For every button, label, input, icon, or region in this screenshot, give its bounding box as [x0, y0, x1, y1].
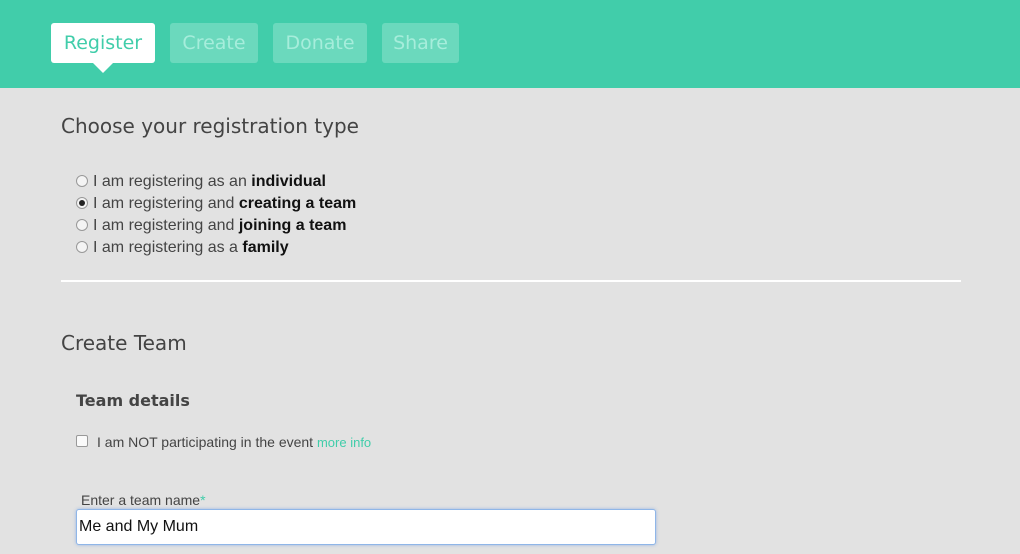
top-navigation-bar: Register Create Donate Share — [0, 0, 1020, 88]
team-name-input[interactable] — [76, 509, 656, 545]
radio-label-bold: family — [242, 239, 289, 256]
radio-button-individual[interactable] — [76, 175, 88, 187]
radio-label-prefix: I am registering and — [93, 195, 239, 212]
radio-label-bold: joining a team — [238, 217, 347, 234]
registration-type-heading: Choose your registration type — [61, 114, 359, 138]
tab-donate[interactable]: Donate — [273, 23, 367, 63]
tab-register[interactable]: Register — [51, 23, 155, 73]
radio-button-joining-team[interactable] — [76, 219, 88, 231]
team-name-label: Enter a team name* — [81, 492, 206, 508]
radio-label-prefix: I am registering as an — [93, 173, 252, 190]
not-participating-label: I am NOT participating in the event more… — [97, 434, 371, 450]
required-marker: * — [200, 492, 206, 508]
radio-option-family[interactable]: I am registering as a family — [76, 237, 289, 259]
team-name-label-text: Enter a team name — [81, 492, 201, 508]
more-info-link[interactable]: more info — [317, 435, 371, 450]
tab-share[interactable]: Share — [382, 23, 459, 63]
radio-button-creating-team[interactable] — [76, 197, 88, 209]
radio-label-prefix: I am registering and — [93, 217, 239, 234]
radio-option-joining-team[interactable]: I am registering and joining a team — [76, 215, 346, 237]
radio-label-bold: individual — [251, 173, 326, 190]
radio-button-family[interactable] — [76, 241, 88, 253]
section-divider — [61, 280, 961, 282]
radio-label-prefix: I am registering as a — [93, 239, 243, 256]
radio-option-creating-team[interactable]: I am registering and creating a team — [76, 193, 356, 215]
not-participating-text: I am NOT participating in the event — [97, 434, 314, 450]
tab-create[interactable]: Create — [170, 23, 258, 63]
team-details-subheading: Team details — [76, 391, 190, 410]
radio-option-individual[interactable]: I am registering as an individual — [76, 171, 326, 193]
not-participating-checkbox[interactable] — [76, 435, 88, 447]
create-team-heading: Create Team — [61, 331, 187, 355]
radio-label-bold: creating a team — [238, 195, 357, 212]
